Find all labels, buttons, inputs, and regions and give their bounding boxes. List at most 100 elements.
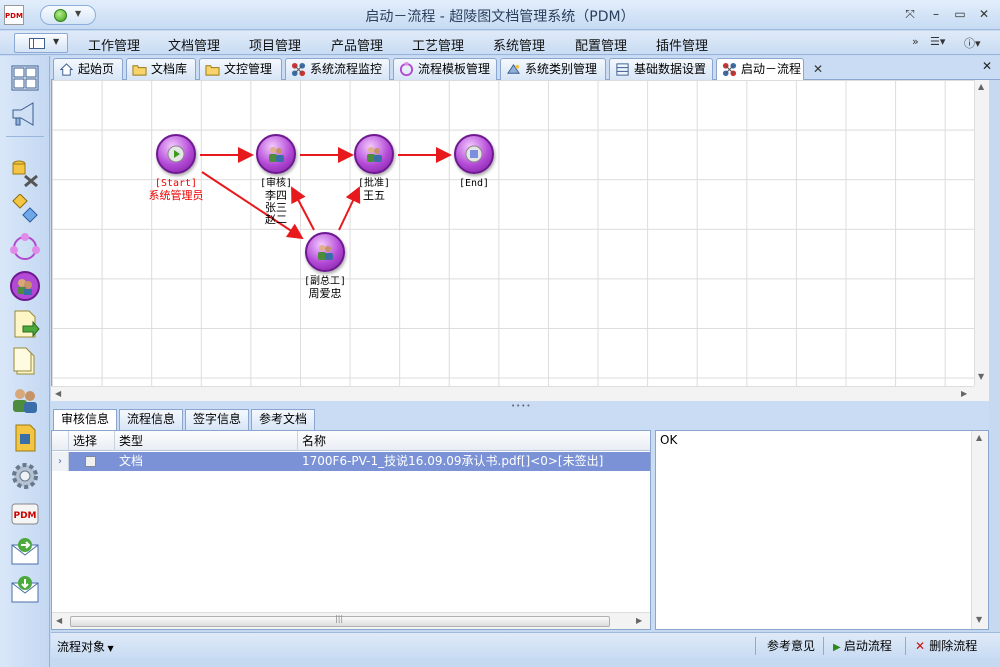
gear-icon[interactable]: [9, 460, 41, 492]
delete-flow-button[interactable]: ✕ 删除流程: [915, 637, 977, 654]
name-cell[interactable]: 1700F6-PV-1_技说16.09.09承认书.pdf[]<0>[未签出]: [298, 452, 650, 471]
megaphone-icon[interactable]: [9, 98, 41, 130]
users-icon[interactable]: [9, 384, 41, 416]
column-header-type[interactable]: 类型: [115, 431, 298, 451]
stop-icon: [465, 145, 483, 163]
scrollbar-corner: [974, 386, 989, 401]
scroll-right-icon[interactable]: ▶: [636, 616, 642, 625]
scroll-right-icon[interactable]: ▶: [961, 389, 967, 398]
tab-template-management[interactable]: 流程模板管理: [393, 58, 497, 80]
tab-basic-data[interactable]: 基础数据设置: [609, 58, 713, 80]
column-header-name[interactable]: 名称: [298, 431, 650, 451]
tab-category-management[interactable]: 系统类别管理: [500, 58, 606, 80]
select-cell[interactable]: [69, 452, 115, 471]
tab-reference-docs[interactable]: 参考文档: [251, 409, 315, 430]
scroll-left-icon[interactable]: ◀: [55, 389, 61, 398]
mail-download-icon[interactable]: [9, 574, 41, 606]
tab-close-icon[interactable]: ✕: [813, 59, 823, 79]
start-flow-button[interactable]: ▶ 启动流程: [833, 637, 892, 654]
arrow-deputy-approve: [338, 186, 361, 231]
maximize-button[interactable]: ▭: [950, 5, 970, 23]
menu-work[interactable]: 工作管理: [88, 35, 140, 54]
tab-document-control[interactable]: 文控管理: [199, 58, 282, 80]
tab-start-page[interactable]: 起始页: [53, 58, 123, 80]
close-button[interactable]: ✕: [974, 5, 994, 23]
document-stamp-icon[interactable]: [9, 422, 41, 454]
restore-layout-icon[interactable]: ⤧: [900, 5, 920, 23]
comment-scrollbar[interactable]: ▲ ▼: [971, 431, 988, 629]
cycle-icon[interactable]: [9, 232, 41, 264]
column-header-select[interactable]: 选择: [69, 431, 115, 451]
horizontal-splitter[interactable]: ••••: [51, 401, 989, 410]
status-divider: [755, 637, 756, 655]
mail-forward-icon[interactable]: [9, 536, 41, 568]
dropdown-arrow-icon: ▼: [53, 37, 60, 46]
menu-plugin[interactable]: 插件管理: [656, 35, 708, 54]
workflow-node-icon[interactable]: [9, 270, 41, 302]
help-icon[interactable]: ⓘ▾: [964, 35, 981, 51]
header-indicator: [52, 431, 69, 451]
end-node[interactable]: [454, 134, 494, 174]
toolbar-divider: [6, 136, 44, 137]
tab-signature-info[interactable]: 签字信息: [185, 409, 249, 430]
table-row[interactable]: › 文档 1700F6-PV-1_技说16.09.09承认书.pdf[]<0>[…: [52, 452, 650, 471]
type-cell[interactable]: 文档: [115, 452, 298, 471]
reference-opinion-button[interactable]: 参考意见: [767, 637, 815, 654]
scroll-left-icon[interactable]: ◀: [56, 616, 62, 625]
menu-document[interactable]: 文档管理: [168, 35, 220, 54]
tab-flow-info[interactable]: 流程信息: [119, 409, 183, 430]
left-toolbar: PDM: [0, 56, 50, 667]
menu-process[interactable]: 工艺管理: [412, 35, 464, 54]
window-icon: [29, 38, 45, 49]
diamond-flow-icon[interactable]: [9, 194, 41, 226]
list-icon[interactable]: ☰▾: [930, 35, 945, 48]
row-indicator-icon: ›: [52, 452, 69, 471]
database-tools-icon[interactable]: [9, 156, 41, 188]
start-node-label: [Start] 系统管理员: [148, 178, 204, 202]
pdm-icon[interactable]: PDM: [9, 498, 41, 530]
grid-header: 选择 类型 名称: [52, 431, 650, 451]
layout-grid-icon[interactable]: [9, 62, 41, 94]
workflow-icon: [291, 62, 306, 77]
flow-object-dropdown[interactable]: 流程对象 ▼: [57, 638, 114, 655]
status-divider: [905, 637, 906, 655]
canvas-horizontal-scrollbar[interactable]: ◀ ▶: [51, 386, 974, 401]
menu-config[interactable]: 配置管理: [575, 35, 627, 54]
close-all-icon[interactable]: ✕: [982, 59, 992, 73]
row-checkbox[interactable]: [85, 456, 96, 467]
scroll-up-icon[interactable]: ▲: [978, 82, 984, 91]
status-bar: 流程对象 ▼ 参考意见 ▶ 启动流程 ✕ 删除流程: [51, 632, 1000, 658]
documents-icon[interactable]: [9, 346, 41, 378]
workflow-arrows: [200, 147, 452, 240]
canvas-vertical-scrollbar[interactable]: ▲ ▼: [974, 80, 989, 386]
users-icon: [318, 245, 333, 260]
comment-panel[interactable]: OK ▲ ▼: [655, 430, 989, 630]
template-icon: [399, 62, 414, 77]
window-title: 启动－流程 - 超陵图文档管理系统（PDM）: [365, 9, 635, 25]
review-node[interactable]: [256, 134, 296, 174]
minimize-button[interactable]: –: [926, 5, 946, 23]
category-icon: [506, 63, 521, 74]
scroll-down-icon[interactable]: ▼: [978, 372, 984, 381]
app-menu-button[interactable]: ▼: [14, 33, 68, 53]
start-node[interactable]: [156, 134, 196, 174]
menu-system[interactable]: 系统管理: [493, 35, 545, 54]
document-export-icon[interactable]: [9, 308, 41, 340]
tab-document-library[interactable]: 文档库: [126, 58, 196, 80]
workflow-canvas[interactable]: [Start] 系统管理员 [审核] 李四 张三 赵二 [批准] 王五 [End…: [51, 80, 989, 386]
chevrons-down-icon[interactable]: »: [912, 35, 919, 48]
delete-icon: ✕: [915, 639, 930, 653]
menu-project[interactable]: 项目管理: [249, 35, 301, 54]
deputy-node[interactable]: [305, 232, 345, 272]
scroll-down-icon[interactable]: ▼: [976, 615, 982, 624]
grid-horizontal-scrollbar[interactable]: ◀ ||| ▶: [52, 612, 650, 629]
comment-text[interactable]: OK: [660, 433, 677, 447]
approve-node[interactable]: [354, 134, 394, 174]
tab-review-info[interactable]: 审核信息: [53, 409, 117, 430]
users-icon: [367, 147, 382, 162]
tab-start-flow[interactable]: 启动－流程 ✕: [716, 58, 823, 81]
scrollbar-thumb[interactable]: |||: [70, 614, 610, 627]
tab-flow-monitor[interactable]: 系统流程监控: [285, 58, 390, 80]
scroll-up-icon[interactable]: ▲: [976, 433, 982, 442]
menu-product[interactable]: 产品管理: [331, 35, 383, 54]
